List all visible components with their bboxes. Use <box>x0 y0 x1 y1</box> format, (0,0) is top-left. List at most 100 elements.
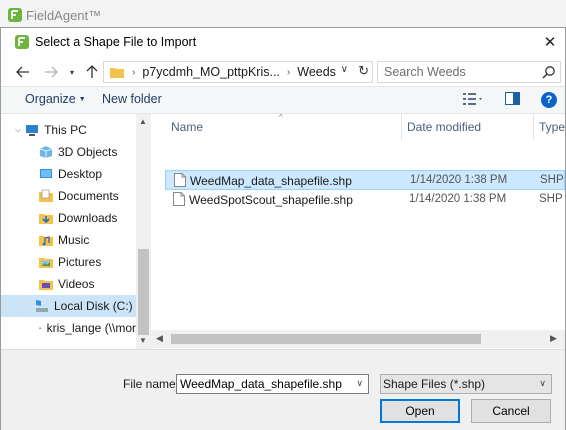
address-bar[interactable]: › p7ycdmh_MO_pttpKris... › Weeds ∨ ↻ <box>103 61 373 83</box>
chevron-expanded-icon[interactable]: ⌵ <box>15 125 21 135</box>
chevron-down-icon: ▾ <box>69 67 74 77</box>
help-button[interactable]: ? <box>541 92 557 108</box>
scroll-left-icon[interactable]: ◀ <box>156 333 163 344</box>
desktop-icon <box>40 169 52 178</box>
sort-ascending-icon: ^ <box>279 114 283 122</box>
forward-arrow-icon <box>45 66 58 78</box>
back-arrow-icon <box>16 66 29 78</box>
nav-item-downloads[interactable]: Downloads <box>1 207 136 229</box>
pictures-icon <box>39 258 53 268</box>
nav-item-3d-objects[interactable]: 3D Objects <box>1 141 136 163</box>
nav-scrollbar[interactable]: ▲ ▼ <box>136 114 151 349</box>
open-button[interactable]: Open <box>380 399 460 423</box>
nav-item-label: Videos <box>58 277 95 291</box>
scroll-right-icon[interactable]: ▶ <box>550 333 557 344</box>
dialog-title: Select a Shape File to Import <box>35 35 197 49</box>
nav-item-this-pc[interactable]: ⌵ This PC <box>1 119 136 141</box>
file-type-select[interactable]: Shape Files (*.shp) ∨ <box>380 374 552 394</box>
new-folder-button[interactable]: New folder <box>102 92 162 106</box>
close-icon: ✕ <box>543 34 557 51</box>
nav-item-documents[interactable]: Documents <box>1 185 136 207</box>
app-title-bar: FieldAgent™ <box>0 0 566 30</box>
chevron-down-icon: ∨ <box>539 378 546 388</box>
preview-pane-button[interactable] <box>505 92 521 109</box>
fieldagent-logo-icon <box>8 8 22 22</box>
nav-item-label: 3D Objects <box>58 145 118 159</box>
navigation-pane: ⌵ This PC 3D Objects Desktop Documents D… <box>1 114 151 349</box>
file-icon <box>174 173 186 187</box>
forward-button[interactable] <box>41 62 61 82</box>
file-type-value: Shape Files (*.shp) <box>383 377 486 391</box>
column-header-type[interactable]: Type <box>539 120 565 134</box>
column-header-name[interactable]: Name <box>171 120 203 134</box>
3d-objects-icon <box>39 146 53 158</box>
file-name: WeedMap_data_shapefile.shp <box>190 174 352 188</box>
nav-scroll-thumb[interactable] <box>138 249 149 335</box>
file-row[interactable]: WeedMap_data_shapefile.shp 1/14/2020 1:3… <box>165 170 565 190</box>
cancel-button-label: Cancel <box>492 404 530 418</box>
nav-item-label: Desktop <box>58 167 103 181</box>
breadcrumb-parent[interactable]: p7ycdmh_MO_pttpKris... <box>142 65 280 79</box>
organize-button[interactable]: Organize ▼ <box>25 92 86 106</box>
nav-item-pictures[interactable]: Pictures <box>1 251 136 273</box>
column-divider[interactable] <box>401 114 402 140</box>
nav-item-network-drive[interactable]: kris_lange (\\mor <box>1 317 136 339</box>
file-date: 1/14/2020 1:38 PM <box>409 193 507 205</box>
nav-item-label: kris_lange (\\mor <box>46 321 136 335</box>
app-title: FieldAgent™ <box>26 7 102 23</box>
up-button[interactable] <box>82 62 102 82</box>
fieldagent-logo-icon <box>15 35 29 49</box>
folder-icon <box>110 68 124 78</box>
organize-label: Organize <box>25 92 76 106</box>
close-button[interactable]: ✕ <box>535 28 565 56</box>
command-bar: Organize ▼ New folder ? <box>1 86 565 114</box>
file-name-combobox[interactable]: ∨ <box>176 374 369 394</box>
file-name-input[interactable] <box>180 377 350 391</box>
nav-item-label: Documents <box>58 189 119 203</box>
nav-item-music[interactable]: Music <box>1 229 136 251</box>
column-header-date[interactable]: Date modified <box>407 120 481 134</box>
breadcrumb-current[interactable]: Weeds <box>297 65 336 79</box>
column-divider[interactable] <box>533 114 534 140</box>
pc-icon <box>26 125 39 136</box>
scroll-up-icon[interactable]: ▲ <box>139 117 147 126</box>
horizontal-scroll-thumb[interactable] <box>171 334 481 344</box>
file-type: SHP F <box>540 174 565 186</box>
nav-item-local-disk[interactable]: Local Disk (C:) <box>1 295 136 317</box>
search-icon[interactable] <box>542 65 556 79</box>
file-date: 1/14/2020 1:38 PM <box>410 174 508 186</box>
file-icon <box>173 192 185 206</box>
preview-pane-icon <box>505 92 520 105</box>
file-type: SHP F <box>539 193 565 205</box>
scroll-down-icon[interactable]: ▼ <box>139 336 147 345</box>
open-button-label: Open <box>405 404 435 418</box>
change-view-button[interactable] <box>463 92 483 109</box>
documents-icon <box>39 189 53 202</box>
music-icon <box>39 236 53 246</box>
details-view-icon <box>463 93 482 105</box>
videos-icon <box>39 280 53 290</box>
nav-item-label: Local Disk (C:) <box>54 299 133 313</box>
file-name-label: File name: <box>123 377 180 391</box>
up-arrow-icon <box>86 65 98 78</box>
nav-item-label: Music <box>58 233 90 247</box>
refresh-icon[interactable]: ↻ <box>358 63 369 79</box>
file-row[interactable]: WeedSpotScout_shapefile.shp 1/14/2020 1:… <box>165 190 565 210</box>
nav-item-desktop[interactable]: Desktop <box>1 163 136 185</box>
back-button[interactable] <box>13 62 33 82</box>
search-input[interactable] <box>384 65 534 79</box>
drive-icon <box>36 300 48 312</box>
search-box[interactable] <box>377 61 561 83</box>
chevron-down-icon[interactable]: ∨ <box>356 378 363 389</box>
dialog-footer: File name: ∨ Shape Files (*.shp) ∨ Open … <box>1 349 565 430</box>
file-name: WeedSpotScout_shapefile.shp <box>189 193 353 207</box>
horizontal-scrollbar[interactable]: ◀ ▶ <box>151 330 565 348</box>
file-dialog: Select a Shape File to Import ✕ ▾ › p7yc… <box>0 27 566 430</box>
nav-item-videos[interactable]: Videos <box>1 273 136 295</box>
nav-item-label: Downloads <box>58 211 118 225</box>
file-list-pane: ^ Name Date modified Type WeedMap_data_s… <box>151 114 565 349</box>
cancel-button[interactable]: Cancel <box>471 399 551 423</box>
address-history-chevron-icon[interactable]: ∨ <box>341 64 348 75</box>
breadcrumb-separator-icon: › <box>132 66 136 78</box>
recent-locations-button[interactable]: ▾ <box>62 62 82 82</box>
